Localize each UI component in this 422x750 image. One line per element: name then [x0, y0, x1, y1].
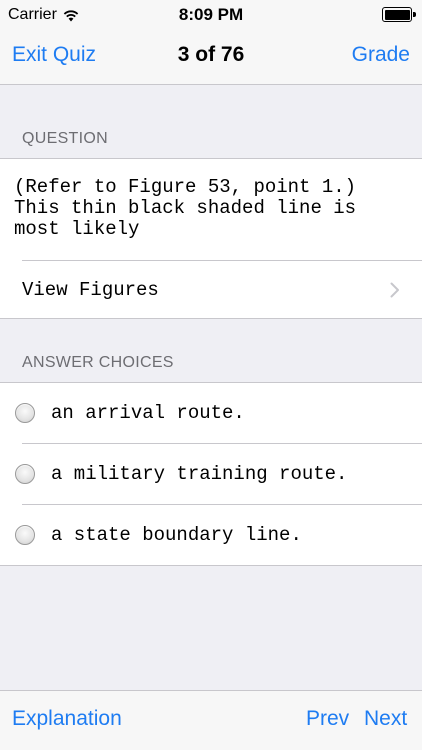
- answer-label: a military training route.: [51, 463, 348, 485]
- answer-section-header: ANSWER CHOICES: [22, 354, 174, 371]
- answer-choice-2[interactable]: a military training route.: [0, 444, 422, 504]
- clock: 8:09 PM: [178, 5, 244, 24]
- chevron-right-icon: [390, 282, 399, 297]
- answer-choice-3[interactable]: a state boundary line.: [0, 505, 422, 565]
- grade-button[interactable]: Grade: [352, 43, 410, 67]
- answer-choice-1[interactable]: an arrival route.: [0, 383, 422, 443]
- prev-button[interactable]: Prev: [306, 707, 349, 731]
- navigation-bar: Exit Quiz 3 of 76 Grade: [0, 30, 422, 85]
- answer-choices-group: an arrival route. a military training ro…: [0, 382, 422, 566]
- answer-label: an arrival route.: [51, 402, 245, 424]
- radio-button-icon[interactable]: [15, 464, 35, 484]
- question-text: (Refer to Figure 53, point 1.) This thin…: [14, 176, 357, 240]
- answer-label: a state boundary line.: [51, 524, 302, 546]
- view-figures-label: View Figures: [22, 278, 159, 301]
- bottom-toolbar: Explanation Prev Next: [0, 690, 422, 750]
- view-figures-row[interactable]: View Figures: [0, 261, 422, 318]
- battery-icon: [382, 7, 416, 22]
- question-section-header: QUESTION: [22, 130, 108, 147]
- next-button[interactable]: Next: [364, 707, 407, 731]
- radio-button-icon[interactable]: [15, 403, 35, 423]
- status-bar: Carrier 8:09 PM: [0, 0, 422, 30]
- explanation-button[interactable]: Explanation: [12, 707, 122, 731]
- radio-button-icon[interactable]: [15, 525, 35, 545]
- question-group: (Refer to Figure 53, point 1.) This thin…: [0, 158, 422, 319]
